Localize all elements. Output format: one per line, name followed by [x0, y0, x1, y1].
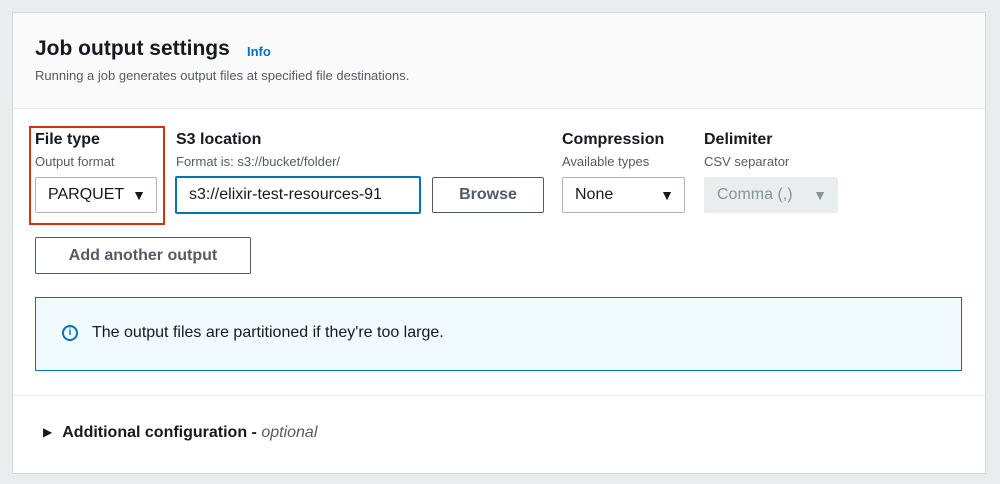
s3-location-input[interactable]: s3://elixir-test-resources-91 [175, 176, 421, 214]
divider [13, 395, 985, 396]
compression-sublabel: Available types [562, 154, 650, 169]
alert-text: The output files are partitioned if they… [92, 324, 444, 341]
optional-label: optional [261, 424, 318, 441]
file-type-label: File type [35, 131, 100, 148]
delimiter-sublabel: CSV separator [704, 154, 790, 169]
section-title: Job output settings [35, 37, 230, 60]
file-type-select[interactable]: PARQUET ▼ [35, 177, 157, 213]
section-description: Running a job generates output files at … [35, 68, 410, 83]
caret-down-icon: ▼ [813, 187, 827, 203]
delimiter-value: Comma (,) [717, 186, 793, 203]
info-icon: i [62, 325, 78, 341]
panel-header: Job output settings Info Running a job g… [13, 13, 985, 109]
caret-down-icon: ▼ [660, 187, 674, 203]
file-type-sublabel: Output format [35, 154, 115, 169]
compression-value: None [575, 186, 614, 203]
compression-select[interactable]: None ▼ [562, 177, 685, 213]
additional-configuration-label: Additional configuration - [62, 424, 262, 441]
browse-button[interactable]: Browse [432, 177, 544, 213]
job-output-settings-panel: Job output settings Info Running a job g… [12, 12, 986, 474]
compression-label: Compression [562, 131, 665, 148]
caret-down-icon: ▼ [132, 187, 146, 203]
s3-location-label: S3 location [176, 131, 262, 148]
s3-location-sublabel: Format is: s3://bucket/folder/ [176, 154, 341, 169]
info-alert: i The output files are partitioned if th… [35, 297, 962, 371]
delimiter-label: Delimiter [704, 131, 773, 148]
file-type-value: PARQUET [48, 186, 125, 203]
s3-location-value: s3://elixir-test-resources-91 [189, 186, 382, 203]
add-another-output-button[interactable]: Add another output [35, 237, 251, 274]
caret-right-icon: ▶ [43, 425, 53, 439]
delimiter-select[interactable]: Comma (,) ▼ [704, 177, 838, 213]
additional-configuration-expander[interactable]: ▶ Additional configuration - optional [43, 424, 317, 442]
info-link[interactable]: Info [247, 44, 271, 59]
